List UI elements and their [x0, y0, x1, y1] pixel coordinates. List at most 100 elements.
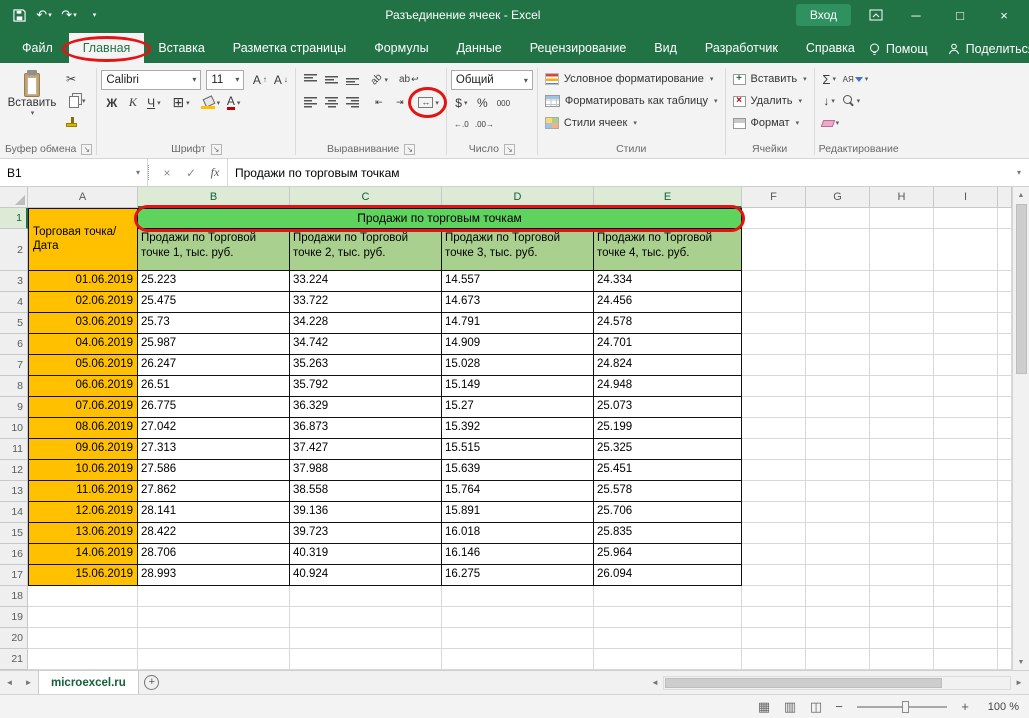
align-center-button[interactable] [321, 92, 342, 113]
cell-E15[interactable]: 25.835 [594, 523, 742, 544]
cell-A5[interactable]: 03.06.2019 [28, 313, 138, 334]
find-select-button[interactable]: ▾ [840, 91, 864, 112]
cell-I8[interactable] [934, 376, 998, 397]
cell-F5[interactable] [742, 313, 806, 334]
cell-I14[interactable] [934, 502, 998, 523]
cell-C2[interactable]: Продажи по Торговой точке 2, тыс. руб. [290, 229, 442, 271]
cell-H18[interactable] [870, 586, 934, 607]
row-header-19[interactable]: 19 [0, 607, 28, 628]
cell-G2[interactable] [806, 229, 870, 271]
formula-bar-expand-button[interactable]: ▾ [1009, 159, 1029, 186]
number-format-select[interactable]: Общий▾ [451, 70, 533, 90]
tab-справка[interactable]: Справка [792, 33, 869, 63]
cell-E6[interactable]: 24.701 [594, 334, 742, 355]
font-dialog-launcher[interactable]: ↘ [211, 144, 222, 155]
cell-overflow-5[interactable] [998, 313, 1012, 334]
row-header-8[interactable]: 8 [0, 376, 28, 397]
cell-F12[interactable] [742, 460, 806, 481]
cell-styles-button[interactable]: Стили ячеек▾ [542, 112, 721, 134]
cell-A10[interactable]: 08.06.2019 [28, 418, 138, 439]
cell-B2[interactable]: Продажи по Торговой точке 1, тыс. руб. [138, 229, 290, 271]
cell-I11[interactable] [934, 439, 998, 460]
cell-C3[interactable]: 33.224 [290, 271, 442, 292]
cell-I2[interactable] [934, 229, 998, 271]
cell-G3[interactable] [806, 271, 870, 292]
enter-button[interactable]: ✓ [179, 159, 203, 186]
cell-C19[interactable] [290, 607, 442, 628]
cell-D9[interactable]: 15.27 [442, 397, 594, 418]
horizontal-scroll-thumb[interactable] [665, 678, 942, 688]
cell-H20[interactable] [870, 628, 934, 649]
cell-overflow-17[interactable] [998, 565, 1012, 586]
cell-I21[interactable] [934, 649, 998, 670]
cell-D11[interactable]: 15.515 [442, 439, 594, 460]
undo-button[interactable]: ↶▾ [33, 1, 55, 29]
cell-A14[interactable]: 12.06.2019 [28, 502, 138, 523]
insert-cells-button[interactable]: +Вставить▾ [730, 68, 810, 90]
name-box-splitter[interactable] [148, 165, 155, 180]
cell-overflow-16[interactable] [998, 544, 1012, 565]
row-header-9[interactable]: 9 [0, 397, 28, 418]
sort-filter-button[interactable]: АЯ▾ [840, 69, 872, 90]
cell-F6[interactable] [742, 334, 806, 355]
vertical-scroll-thumb[interactable] [1016, 204, 1027, 374]
zoom-level[interactable]: 100 % [979, 701, 1019, 713]
cell-A12[interactable]: 10.06.2019 [28, 460, 138, 481]
scroll-down-arrow[interactable]: ▼ [1013, 654, 1029, 670]
tab-разработчик[interactable]: Разработчик [691, 33, 792, 63]
cell-E7[interactable]: 24.824 [594, 355, 742, 376]
cell-I3[interactable] [934, 271, 998, 292]
cell-H17[interactable] [870, 565, 934, 586]
increase-decimal-button[interactable]: ←.0 [451, 114, 472, 135]
cell-C7[interactable]: 35.263 [290, 355, 442, 376]
row-header-2[interactable]: 2 [0, 229, 28, 271]
scroll-up-arrow[interactable]: ▲ [1013, 187, 1029, 203]
cell-I15[interactable] [934, 523, 998, 544]
cell-I13[interactable] [934, 481, 998, 502]
column-header-G[interactable]: G [806, 187, 870, 208]
cell-G15[interactable] [806, 523, 870, 544]
fill-color-button[interactable]: ▾ [198, 92, 224, 113]
column-header-D[interactable]: D [442, 187, 594, 208]
font-color-button[interactable]: А▾ [223, 92, 244, 113]
cell-F9[interactable] [742, 397, 806, 418]
save-button[interactable] [8, 1, 30, 29]
clipboard-dialog-launcher[interactable]: ↘ [81, 144, 92, 155]
format-cells-button[interactable]: Формат▾ [730, 112, 810, 134]
align-left-button[interactable] [300, 92, 321, 113]
cell-I9[interactable] [934, 397, 998, 418]
decrease-indent-button[interactable]: ⇤ [368, 92, 389, 113]
cell-H16[interactable] [870, 544, 934, 565]
cell-I20[interactable] [934, 628, 998, 649]
percent-style-button[interactable]: % [472, 93, 493, 114]
cell-D2[interactable]: Продажи по Торговой точке 3, тыс. руб. [442, 229, 594, 271]
comma-style-button[interactable]: 000 [493, 93, 514, 114]
zoom-out-button[interactable]: − [833, 699, 845, 714]
cell-overflow-1[interactable] [998, 208, 1012, 229]
cell-E19[interactable] [594, 607, 742, 628]
cell-F11[interactable] [742, 439, 806, 460]
cell-C6[interactable]: 34.742 [290, 334, 442, 355]
cell-F21[interactable] [742, 649, 806, 670]
cell-I16[interactable] [934, 544, 998, 565]
cell-G10[interactable] [806, 418, 870, 439]
cell-G4[interactable] [806, 292, 870, 313]
cell-C5[interactable]: 34.228 [290, 313, 442, 334]
row-header-12[interactable]: 12 [0, 460, 28, 481]
cell-overflow-11[interactable] [998, 439, 1012, 460]
alignment-dialog-launcher[interactable]: ↘ [404, 144, 415, 155]
clear-button[interactable]: ▾ [819, 113, 843, 134]
cell-B6[interactable]: 25.987 [138, 334, 290, 355]
cell-B14[interactable]: 28.141 [138, 502, 290, 523]
scroll-right-arrow[interactable]: ► [1011, 678, 1027, 687]
number-dialog-launcher[interactable]: ↘ [504, 144, 515, 155]
cell-I10[interactable] [934, 418, 998, 439]
underline-button[interactable]: Ч▾ [143, 92, 164, 113]
cell-overflow-8[interactable] [998, 376, 1012, 397]
cell-overflow-13[interactable] [998, 481, 1012, 502]
cell-A15[interactable]: 13.06.2019 [28, 523, 138, 544]
cell-H13[interactable] [870, 481, 934, 502]
cell-C12[interactable]: 37.988 [290, 460, 442, 481]
cell-F18[interactable] [742, 586, 806, 607]
delete-cells-button[interactable]: ×Удалить▾ [730, 90, 810, 112]
